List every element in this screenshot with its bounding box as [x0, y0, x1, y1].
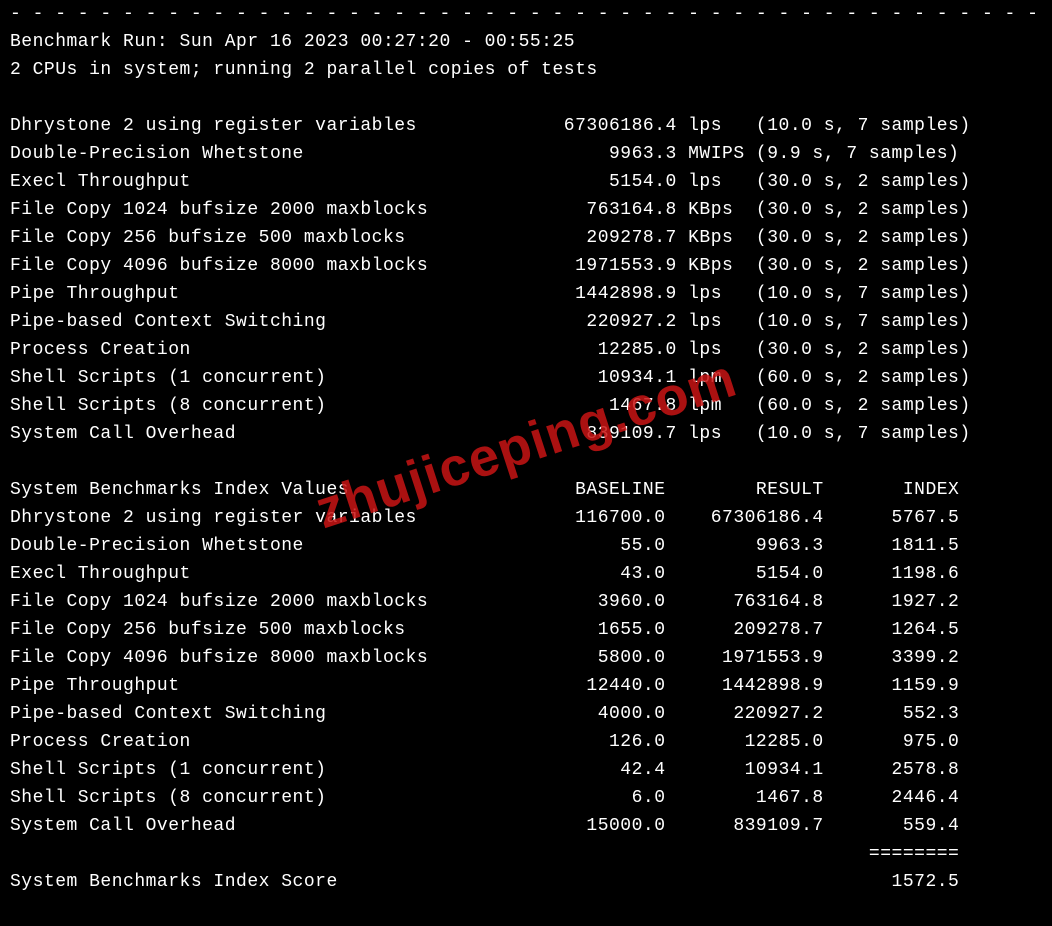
terminal-output: - - - - - - - - - - - - - - - - - - - - …	[0, 0, 1052, 896]
